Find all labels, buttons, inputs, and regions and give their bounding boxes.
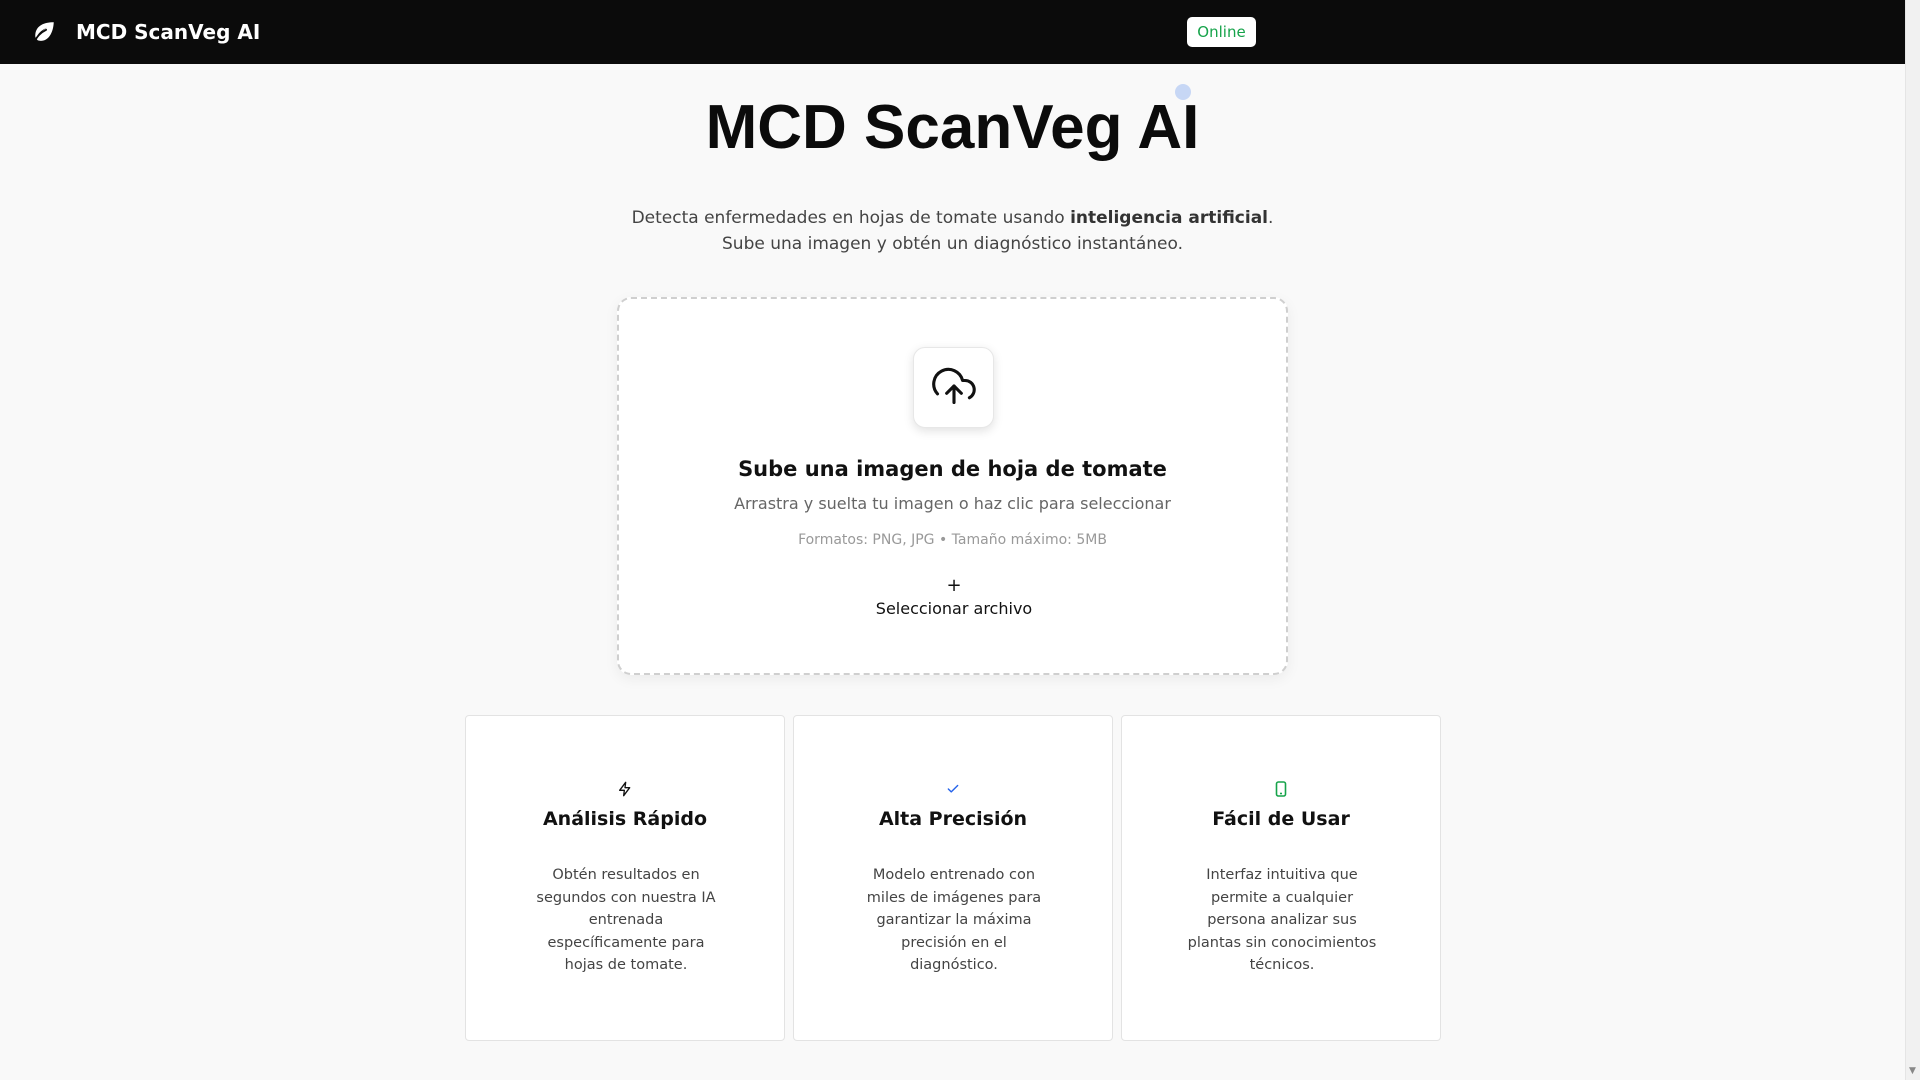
subtitle-text: Detecta enfermedades en hojas de tomate … [631, 208, 1071, 228]
feature-card-precision: Alta Precisión Modelo entrenado con mile… [793, 715, 1113, 1041]
subtitle-highlight: inteligencia artificial [1070, 208, 1269, 228]
upload-heading: Sube una imagen de hoja de tomate [738, 457, 1167, 481]
feature-description: Obtén resultados en segundos con nuestra… [536, 867, 716, 973]
navbar: MCD ScanVeg AI Online [0, 0, 1905, 64]
subtitle-period: . [1268, 208, 1274, 228]
lightning-icon [466, 778, 784, 800]
feature-title: Fácil de Usar [1212, 808, 1350, 830]
check-icon [794, 778, 1112, 800]
status-badge: Online [1187, 17, 1256, 47]
page-scrollbar[interactable] [1905, 0, 1920, 1080]
hero-subtitle: Detecta enfermedades en hojas de tomate … [0, 205, 1905, 257]
cloud-upload-icon [931, 364, 976, 412]
feature-description: Modelo entrenado con miles de imágenes p… [866, 867, 1042, 973]
select-file-button[interactable]: + Seleccionar archivo [854, 571, 1054, 625]
upload-dropzone[interactable]: Sube una imagen de hoja de tomate Arrast… [617, 297, 1288, 675]
decorative-dot [1175, 84, 1191, 100]
select-file-label: Seleccionar archivo [875, 599, 1033, 618]
leaf-icon[interactable] [30, 18, 58, 46]
upload-icon-container[interactable] [913, 347, 994, 428]
plus-icon: + [946, 575, 962, 596]
subtitle-line-2: Sube una imagen y obtén un diagnóstico i… [722, 234, 1183, 254]
scroll-down-arrow-icon[interactable]: ▼ [1905, 1062, 1920, 1080]
feature-description: Interfaz intuitiva que permite a cualqui… [1187, 867, 1377, 973]
feature-card-fast: Análisis Rápido Obtén resultados en segu… [465, 715, 785, 1041]
feature-title: Análisis Rápido [542, 808, 708, 830]
upload-description: Arrastra y suelta tu imagen o haz clic p… [734, 494, 1171, 513]
feature-title: Alta Precisión [878, 808, 1028, 830]
app-title[interactable]: MCD ScanVeg AI [76, 19, 260, 45]
page-title: MCD ScanVeg AI [705, 93, 1200, 162]
upload-formats: Formatos: PNG, JPG • Tamaño máximo: 5MB [798, 532, 1107, 548]
feature-card-easy: Fácil de Usar Interfaz intuitiva que per… [1121, 715, 1441, 1041]
mobile-icon [1122, 778, 1440, 800]
